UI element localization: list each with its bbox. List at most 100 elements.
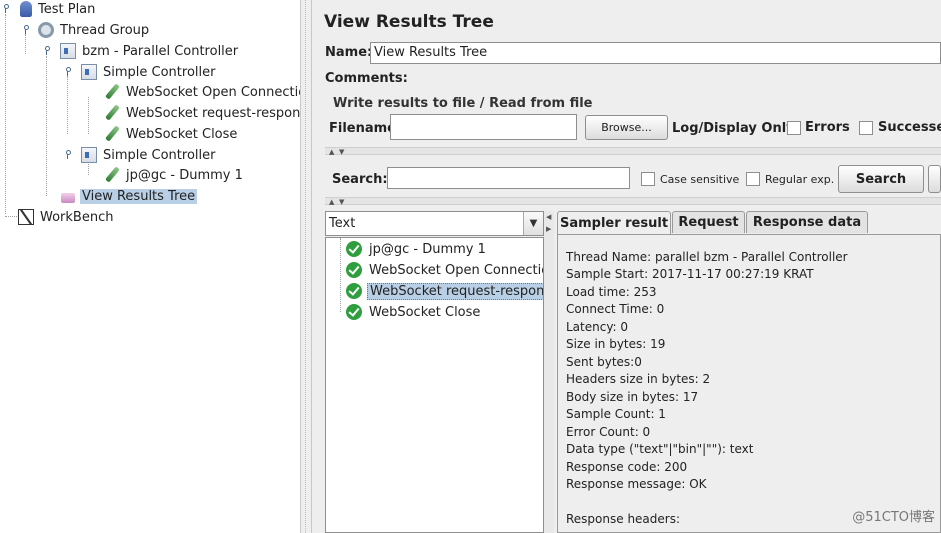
tab-response-data[interactable]: Response data: [746, 211, 868, 233]
result-line: Latency: 0: [566, 320, 629, 334]
results-splitter[interactable]: ◀ ▶: [544, 211, 554, 533]
tree-node-simple-controller-2[interactable]: Simple Controller: [81, 145, 217, 165]
tree-connector: [67, 76, 68, 134]
success-check-icon: [346, 283, 362, 299]
pane-splitter[interactable]: [300, 0, 312, 533]
regular-exp-label: Regular exp.: [765, 173, 835, 186]
test-plan-tree[interactable]: Test Plan Thread Group bzm - Parallel Co…: [0, 0, 300, 533]
workbench-icon: [18, 209, 34, 225]
successes-label: Successes: [878, 120, 941, 135]
sampler-result-panel: Thread Name: parallel bzm - Parallel Con…: [557, 234, 941, 533]
tree-node-view-results-tree[interactable]: View Results Tree: [60, 186, 198, 206]
tree-connector: [46, 56, 47, 196]
tree-connector: [5, 14, 6, 214]
result-line: Data type ("text"|"bin"|""): text: [566, 442, 754, 456]
result-line: Headers size in bytes: 2: [566, 372, 711, 386]
tree-node-label: Simple Controller: [103, 64, 216, 80]
tree-node-simple-controller-1[interactable]: Simple Controller: [81, 62, 217, 82]
watermark: @51CTO博客: [852, 510, 935, 525]
expand-toggle-icon[interactable]: [1, 4, 10, 13]
view-results-tree-panel: View Results Tree Name: View Results Tre…: [322, 0, 941, 533]
errors-checkbox[interactable]: [787, 121, 801, 135]
result-item[interactable]: WebSocket Open Connectio: [346, 260, 543, 280]
regular-exp-checkbox[interactable]: [746, 172, 760, 186]
tree-node-ws-close[interactable]: WebSocket Close: [104, 124, 239, 144]
controller-icon: [60, 43, 76, 59]
search-button[interactable]: Search: [838, 165, 924, 193]
tree-node-thread-group[interactable]: Thread Group: [38, 20, 151, 40]
tree-connector: [88, 164, 89, 175]
result-line: Sent bytes:0: [566, 355, 642, 369]
success-check-icon: [346, 241, 362, 257]
tree-connector: [340, 238, 341, 312]
tree-node-label: Simple Controller: [103, 147, 216, 163]
thread-group-gear-icon: [38, 22, 54, 38]
log-display-label: Log/Display Only:: [672, 121, 800, 136]
result-item-selected[interactable]: WebSocket request-respons: [346, 281, 543, 301]
expand-toggle-icon[interactable]: [63, 150, 72, 159]
collapse-left-icon[interactable]: ◀: [546, 213, 551, 221]
tab-sampler-result[interactable]: Sampler result: [557, 211, 671, 235]
tree-node-ws-open[interactable]: WebSocket Open Connection: [104, 82, 300, 102]
result-line: Size in bytes: 19: [566, 337, 666, 351]
result-line: Response message: OK: [566, 477, 707, 491]
result-item-label: WebSocket request-respons: [367, 282, 543, 300]
tree-node-workbench[interactable]: WorkBench: [18, 207, 115, 227]
tree-node-label: WorkBench: [40, 209, 114, 225]
search-label: Search:: [332, 172, 388, 187]
errors-label: Errors: [805, 120, 850, 135]
name-label: Name:: [325, 45, 373, 60]
sampler-pen-icon: [104, 84, 120, 100]
chevron-down-icon[interactable]: ▼: [523, 212, 543, 235]
filename-input[interactable]: [390, 114, 577, 140]
config-pane: View Results Tree Name: View Results Tre…: [312, 0, 941, 533]
success-check-icon: [346, 304, 362, 320]
success-check-icon: [346, 262, 362, 278]
result-line: Connect Time: 0: [566, 302, 665, 316]
expand-toggle-icon[interactable]: [42, 46, 51, 55]
tree-node-label: jp@gc - Dummy 1: [126, 167, 243, 183]
result-item-label: WebSocket Close: [369, 304, 481, 320]
tree-node-label: bzm - Parallel Controller: [82, 43, 239, 59]
collapse-down-icon[interactable]: ▼: [339, 149, 344, 156]
result-item[interactable]: WebSocket Close: [346, 302, 482, 322]
collapse-down-icon[interactable]: ▼: [339, 199, 344, 206]
tree-node-parallel-controller[interactable]: bzm - Parallel Controller: [60, 41, 240, 61]
collapse-right-icon[interactable]: ▶: [546, 225, 551, 233]
tree-node-label: Test Plan: [38, 1, 96, 17]
result-line: Error Count: 0: [566, 425, 651, 439]
result-tabs: Sampler result Request Response data: [555, 211, 941, 235]
tree-node-label: WebSocket request-respons: [126, 105, 300, 121]
reset-button-partial[interactable]: [928, 165, 941, 193]
tree-node-label: WebSocket Open Connection: [126, 84, 300, 100]
result-line: Sample Count: 1: [566, 407, 666, 421]
collapse-up-icon[interactable]: ▲: [329, 199, 334, 206]
result-line: Sample Start: 2017-11-17 00:27:19 KRAT: [566, 267, 814, 281]
tree-node-label: WebSocket Close: [126, 126, 238, 142]
collapse-up-icon[interactable]: ▲: [329, 149, 334, 156]
successes-checkbox[interactable]: [859, 121, 873, 135]
case-sensitive-checkbox[interactable]: [641, 172, 655, 186]
listener-icon: [60, 188, 76, 204]
results-list[interactable]: jp@gc - Dummy 1 WebSocket Open Connectio…: [325, 237, 544, 533]
split-divider[interactable]: ▲ ▼: [325, 197, 941, 206]
tree-node-test-plan[interactable]: Test Plan: [18, 0, 97, 19]
tab-request[interactable]: Request: [672, 211, 745, 233]
result-item-label: jp@gc - Dummy 1: [369, 241, 486, 257]
search-input[interactable]: [387, 167, 630, 189]
tree-node-dummy-sampler[interactable]: jp@gc - Dummy 1: [104, 165, 245, 185]
tree-connector: [25, 34, 26, 54]
name-field[interactable]: View Results Tree: [370, 42, 941, 64]
expand-toggle-icon[interactable]: [21, 25, 30, 34]
split-divider[interactable]: ▲ ▼: [325, 147, 941, 156]
expand-toggle-icon[interactable]: [63, 67, 72, 76]
renderer-select[interactable]: Text ▼: [325, 211, 544, 236]
file-group-title: Write results to file / Read from file: [333, 96, 593, 111]
result-item[interactable]: jp@gc - Dummy 1: [346, 239, 488, 259]
sampler-pen-icon: [104, 126, 120, 142]
result-line: Load time: 253: [566, 285, 657, 299]
page-title: View Results Tree: [324, 12, 494, 32]
browse-button[interactable]: Browse...: [585, 115, 668, 140]
test-plan-icon: [20, 1, 32, 17]
tree-node-ws-request-response[interactable]: WebSocket request-respons: [104, 103, 300, 123]
